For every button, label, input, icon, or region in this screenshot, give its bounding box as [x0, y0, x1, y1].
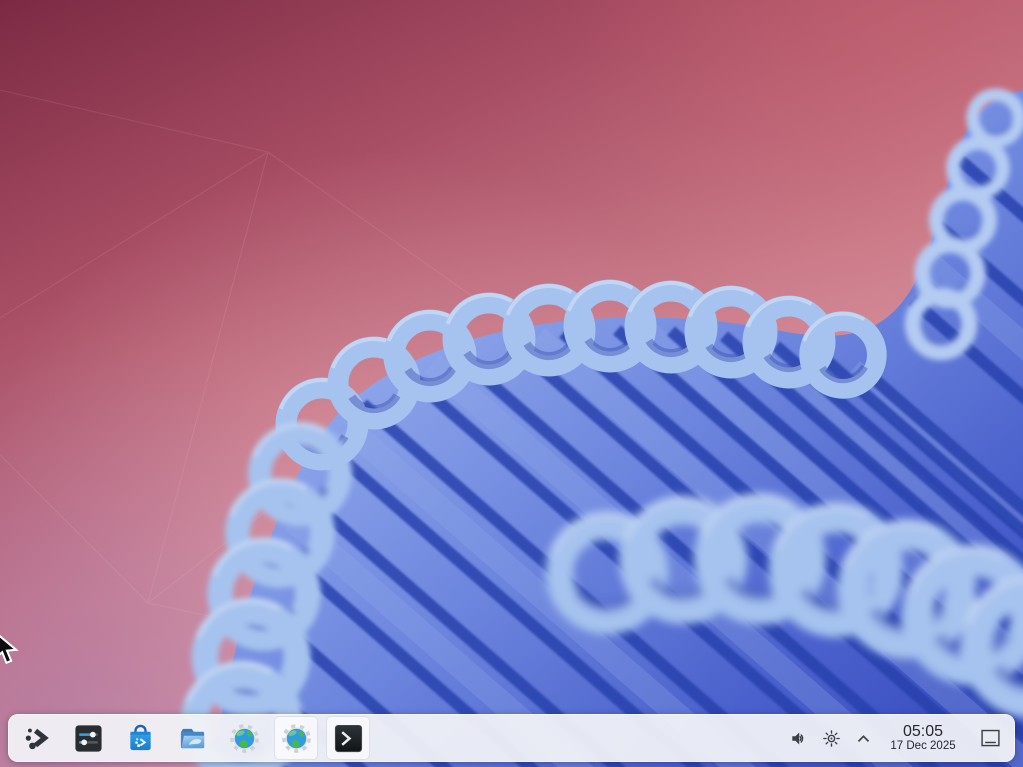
web-browser-globe-icon [229, 723, 260, 754]
show-desktop-icon [979, 727, 1002, 750]
system-settings-icon [73, 723, 104, 754]
app-launcher-icon [21, 723, 52, 754]
web-browser-button[interactable] [222, 716, 266, 760]
task-konsole-terminal[interactable] [326, 716, 370, 760]
discover-button[interactable] [118, 716, 162, 760]
audio-volume-icon [788, 727, 811, 750]
konsole-terminal-icon [333, 723, 364, 754]
system-settings-button[interactable] [66, 716, 110, 760]
clock-date: 17 Dec 2025 [885, 740, 961, 752]
tray-expand-button[interactable] [847, 716, 879, 760]
digital-clock-widget[interactable]: 05:05 17 Dec 2025 [885, 723, 961, 753]
dolphin-file-manager-icon [177, 723, 208, 754]
brightness-button[interactable] [815, 716, 847, 760]
app-launcher-button[interactable] [14, 716, 58, 760]
dolphin-file-manager-button[interactable] [170, 716, 214, 760]
brightness-icon [820, 727, 843, 750]
desktop-wallpaper[interactable] [0, 0, 1023, 767]
discover-software-center-icon [125, 723, 156, 754]
volume-button[interactable] [783, 716, 815, 760]
task-web-browser[interactable] [274, 716, 318, 760]
web-browser-globe-icon [281, 723, 312, 754]
show-desktop-button[interactable] [975, 716, 1005, 760]
expand-tray-chevron-up-icon [852, 727, 875, 750]
taskbar-panel: 05:05 17 Dec 2025 [8, 714, 1015, 762]
clock-time: 05:05 [885, 723, 961, 740]
